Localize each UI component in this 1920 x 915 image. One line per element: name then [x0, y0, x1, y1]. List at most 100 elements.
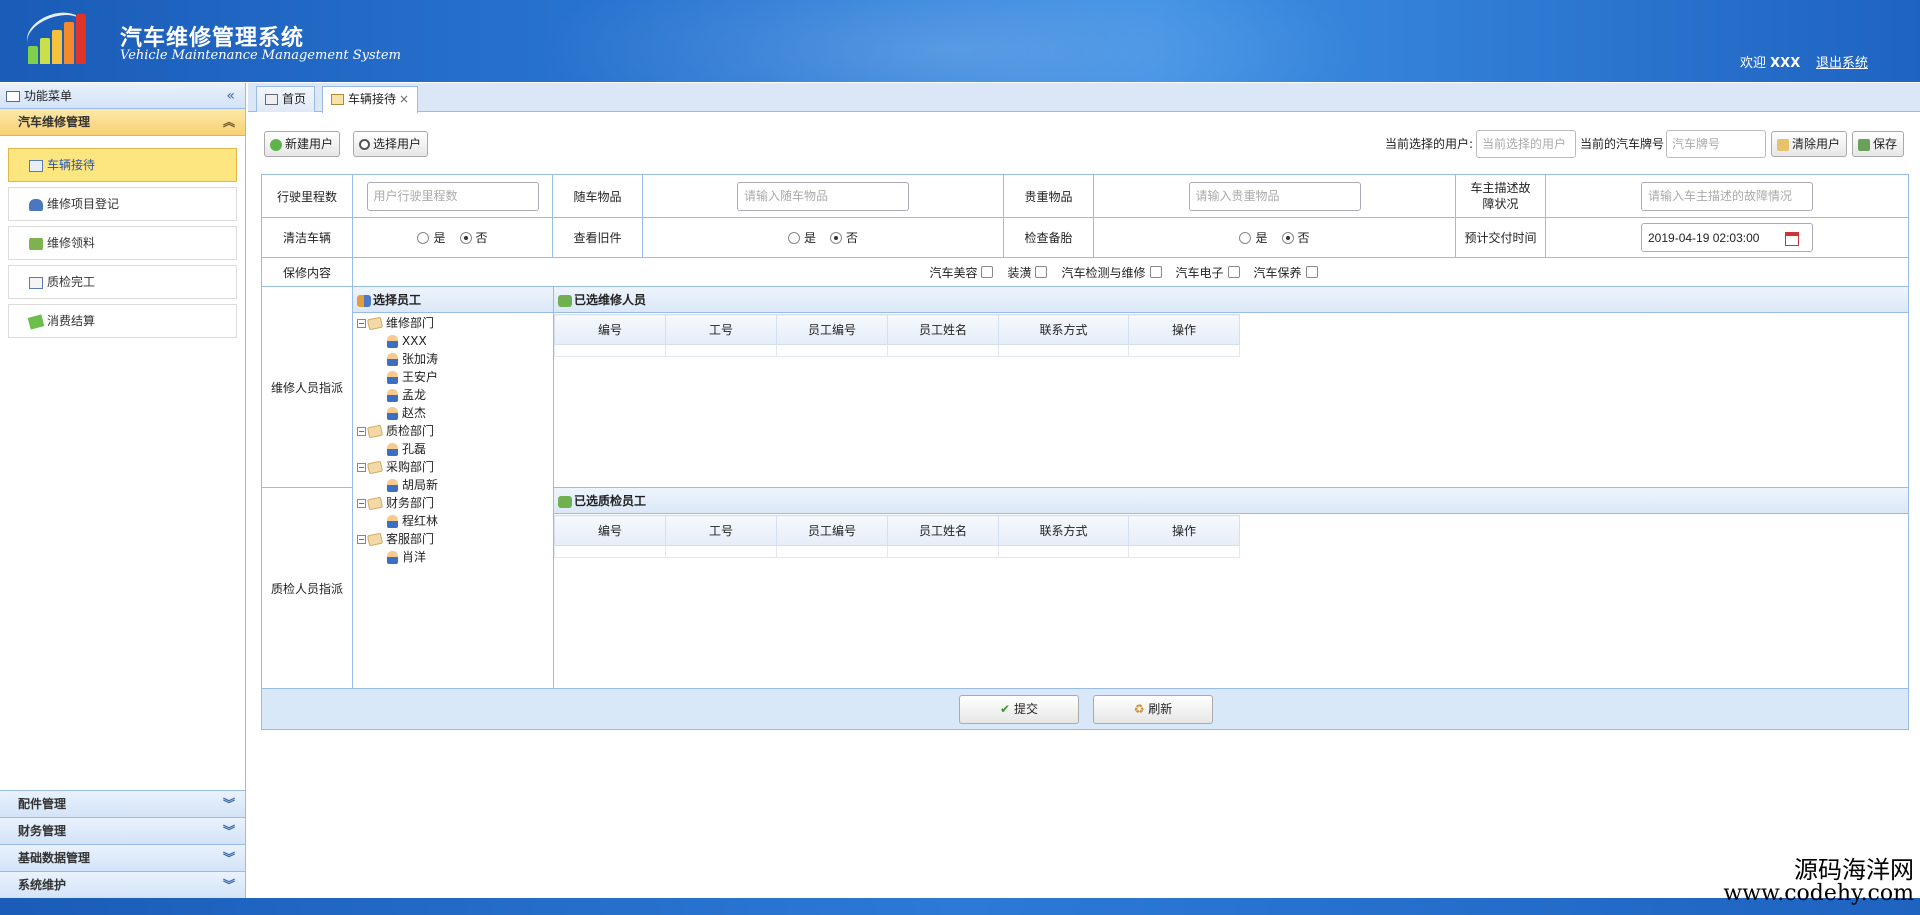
new-user-button[interactable]: 新建用户 — [264, 131, 341, 157]
tab-label: 首页 — [282, 92, 307, 106]
electronics-checkbox[interactable] — [1227, 266, 1240, 278]
carry-label: 随车物品 — [553, 175, 643, 217]
tree-employee[interactable]: 孟龙 — [353, 386, 438, 404]
car-icon — [29, 198, 43, 211]
collapse-sidebar-icon[interactable]: « — [226, 83, 235, 109]
collapse-toggle-icon[interactable]: − — [357, 499, 366, 508]
tree-employee[interactable]: 孔磊 — [353, 440, 438, 458]
column-header[interactable]: 员工姓名 — [887, 515, 999, 546]
current-username: XXX — [1770, 56, 1801, 71]
document-icon — [29, 276, 43, 289]
collapse-toggle-icon[interactable]: − — [357, 535, 366, 544]
employee-label: 肖洋 — [402, 550, 427, 564]
user-icon — [387, 335, 398, 348]
service-option-label: 装潢 — [1007, 265, 1032, 280]
save-button[interactable]: 保存 — [1852, 131, 1905, 157]
tree-employee[interactable]: 肖洋 — [353, 548, 438, 566]
select-user-button[interactable]: 选择用户 — [353, 131, 429, 157]
plate-input[interactable] — [1666, 130, 1766, 158]
tree-employee[interactable]: 赵杰 — [353, 404, 438, 422]
close-tab-icon[interactable]: × — [399, 92, 409, 106]
sidebar-item-quality-check[interactable]: 质检完工 — [8, 265, 237, 299]
form-row: 保修内容 汽车美容 装潢 汽车检测与维修 汽车电子 汽车保养 — [262, 258, 1908, 287]
section-parts[interactable]: 配件管理 ︾ — [0, 790, 245, 817]
sidebar-item-label: 质检完工 — [47, 275, 96, 289]
section-basic-data[interactable]: 基础数据管理 ︾ — [0, 844, 245, 871]
tab-vehicle-reception[interactable]: 车辆接待 × — [322, 86, 419, 113]
employee-label: 孟龙 — [402, 388, 427, 402]
department-icon — [367, 316, 383, 331]
oldparts-cell: 是 否 — [643, 218, 1004, 257]
fault-input[interactable] — [1641, 181, 1813, 211]
tree-employee[interactable]: XXX — [353, 332, 438, 350]
sidebar-item-repair-registration[interactable]: 维修项目登记 — [8, 187, 237, 221]
mileage-label: 行驶里程数 — [262, 175, 353, 217]
logout-link[interactable]: 退出系统 — [1816, 52, 1868, 71]
tree-employee[interactable]: 胡局新 — [353, 476, 438, 494]
collapse-toggle-icon[interactable]: − — [357, 463, 366, 472]
maintenance-checkbox[interactable] — [1305, 266, 1318, 278]
beauty-checkbox[interactable] — [981, 266, 994, 278]
column-header[interactable]: 操作 — [1128, 314, 1240, 345]
column-header[interactable]: 员工编号 — [776, 515, 888, 546]
spare-label: 检查备胎 — [1004, 218, 1094, 257]
submit-button[interactable]: ✔ 提交 — [959, 695, 1079, 724]
column-header[interactable]: 操作 — [1128, 515, 1240, 546]
section-vehicle-maintenance[interactable]: 汽车维修管理 ︽ — [0, 109, 245, 136]
department-icon — [367, 424, 383, 439]
column-header[interactable]: 工号 — [665, 515, 777, 546]
department-icon — [367, 496, 383, 511]
oldparts-yes-radio[interactable] — [787, 231, 800, 244]
tab-home[interactable]: 首页 — [256, 86, 316, 112]
wash-no-radio[interactable] — [459, 231, 472, 244]
inspection-repair-checkbox[interactable] — [1149, 266, 1162, 278]
column-header[interactable]: 工号 — [665, 314, 777, 345]
tree-employee[interactable]: 张加涛 — [353, 350, 438, 368]
carry-input[interactable] — [737, 181, 909, 211]
department-label: 财务部门 — [386, 496, 435, 510]
valuables-input[interactable] — [1188, 181, 1361, 211]
calendar-icon[interactable] — [1785, 232, 1799, 246]
column-header[interactable]: 联系方式 — [998, 515, 1129, 546]
employee-label: 王安户 — [402, 370, 439, 384]
section-label: 财务管理 — [18, 824, 67, 838]
refresh-button[interactable]: ♻ 刷新 — [1093, 695, 1213, 724]
oldparts-no-radio[interactable] — [830, 231, 842, 244]
sidebar-item-vehicle-reception[interactable]: 车辆接待 — [8, 148, 237, 182]
no-label: 否 — [475, 231, 488, 245]
current-user-input[interactable] — [1476, 130, 1576, 158]
tree-employee[interactable]: 王安户 — [353, 368, 438, 386]
wash-yes-radio[interactable] — [417, 231, 430, 244]
column-header[interactable]: 联系方式 — [998, 314, 1129, 345]
logo-bar — [52, 30, 62, 64]
section-system[interactable]: 系统维护 ︾ — [0, 871, 245, 898]
column-header[interactable]: 编号 — [554, 314, 666, 345]
clear-icon — [1777, 138, 1789, 151]
sidebar-item-billing[interactable]: 消费结算 — [8, 304, 237, 338]
collapse-toggle-icon[interactable]: − — [357, 427, 366, 436]
column-header[interactable]: 员工姓名 — [887, 314, 999, 345]
sidebar-item-repair-materials[interactable]: 维修领料 — [8, 226, 237, 260]
mileage-input[interactable] — [366, 181, 539, 211]
section-finance[interactable]: 财务管理 ︾ — [0, 817, 245, 844]
tree-department[interactable]: − 维修部门 — [353, 314, 438, 332]
column-header[interactable]: 编号 — [554, 515, 666, 546]
tree-department[interactable]: − 客服部门 — [353, 530, 438, 548]
collapse-toggle-icon[interactable]: − — [357, 319, 366, 328]
tree-department[interactable]: − 财务部门 — [353, 494, 438, 512]
clear-user-button[interactable]: 清除用户 — [1771, 131, 1848, 157]
materials-icon — [29, 237, 43, 250]
spare-yes-radio[interactable] — [1239, 231, 1252, 244]
watermark-line: www.codehy.com — [1723, 881, 1914, 906]
department-icon — [367, 532, 383, 547]
tree-department[interactable]: − 采购部门 — [353, 458, 438, 476]
decoration-checkbox[interactable] — [1035, 266, 1048, 278]
tree-department[interactable]: − 质检部门 — [353, 422, 438, 440]
sidebar-header: 功能菜单 « — [0, 83, 245, 109]
employee-label: 张加涛 — [402, 352, 439, 366]
spare-no-radio[interactable] — [1281, 231, 1294, 244]
tree-employee[interactable]: 程红林 — [353, 512, 438, 530]
section-label: 基础数据管理 — [18, 851, 91, 865]
column-header[interactable]: 员工编号 — [776, 314, 888, 345]
refresh-icon: ♻ — [1133, 702, 1145, 716]
